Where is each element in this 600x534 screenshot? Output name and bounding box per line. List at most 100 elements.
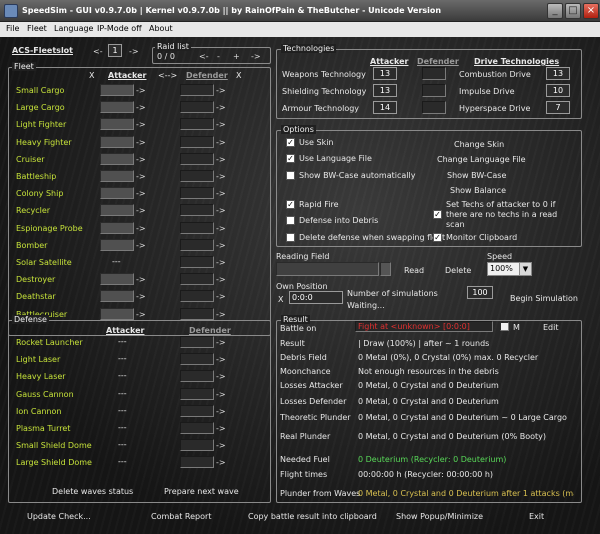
combustion-drive-field[interactable]: 13: [546, 67, 570, 80]
reading-field-input[interactable]: [276, 262, 379, 276]
defense-defender-arrow-large-shield-dome[interactable]: ->: [216, 458, 226, 467]
acs-next-button[interactable]: ->: [129, 47, 139, 56]
menu-ip-mode[interactable]: IP-Mode off: [97, 24, 142, 33]
change-skin-button[interactable]: Change Skin: [454, 140, 504, 149]
defense-defender-field-rocket-launcher[interactable]: [180, 336, 214, 348]
defense-defender-field-gauss-cannon[interactable]: [180, 387, 214, 400]
acs-prev-button[interactable]: <-: [93, 47, 103, 56]
ship-defender-arrow-recycler[interactable]: ->: [216, 206, 226, 215]
ship-defender-arrow-cruiser[interactable]: ->: [216, 155, 226, 164]
defense-defender-field-large-shield-dome[interactable]: [180, 456, 214, 469]
ship-copy-arrow-colony-ship[interactable]: ->: [136, 189, 146, 198]
ship-attacker-field-deathstar[interactable]: [100, 290, 134, 303]
ship-defender-arrow-espionage-probe[interactable]: ->: [216, 224, 226, 233]
defense-into-debris-checkbox[interactable]: [286, 216, 295, 225]
defense-defender-arrow-gauss-cannon[interactable]: ->: [216, 390, 226, 399]
raid-add-button[interactable]: +: [233, 52, 240, 61]
impulse-drive-field[interactable]: 10: [546, 84, 570, 97]
ship-defender-arrow-solar-satellite[interactable]: ->: [216, 258, 226, 267]
ship-attacker-field-espionage-probe[interactable]: [100, 221, 134, 234]
ship-defender-field-bomber[interactable]: [180, 238, 214, 251]
raid-next-button[interactable]: ->: [251, 52, 261, 61]
ship-attacker-field-battlecruiser[interactable]: [100, 307, 134, 320]
moon-checkbox[interactable]: [500, 322, 509, 331]
defense-defender-field-heavy-laser[interactable]: [180, 370, 214, 383]
reading-field-scroll[interactable]: [380, 262, 391, 276]
show-bw-case-button[interactable]: Show BW-Case: [447, 171, 506, 180]
ship-copy-arrow-deathstar[interactable]: ->: [136, 292, 146, 301]
acs-slot-field[interactable]: 1: [108, 44, 122, 57]
fleet-clear-attacker-button[interactable]: X: [89, 71, 94, 80]
menu-fleet[interactable]: Fleet: [27, 24, 47, 33]
ship-copy-arrow-battlecruiser[interactable]: ->: [136, 310, 146, 319]
ship-defender-field-recycler[interactable]: [180, 204, 214, 217]
minimize-button[interactable]: _: [547, 3, 563, 19]
defense-defender-arrow-rocket-launcher[interactable]: ->: [216, 338, 226, 347]
own-position-field[interactable]: 0:0:0: [289, 291, 343, 304]
defense-defender-arrow-small-shield-dome[interactable]: ->: [216, 441, 226, 450]
ship-defender-field-light-fighter[interactable]: [180, 118, 214, 131]
ship-attacker-field-heavy-fighter[interactable]: [100, 135, 134, 148]
ship-defender-field-colony-ship[interactable]: [180, 187, 214, 200]
ship-attacker-field-destroyer[interactable]: [100, 273, 134, 286]
menu-about[interactable]: About: [149, 24, 173, 33]
shielding-tech-defender-field[interactable]: [422, 84, 446, 97]
ship-copy-arrow-destroyer[interactable]: ->: [136, 275, 146, 284]
exit-button[interactable]: Exit: [529, 512, 544, 521]
set-techs-checkbox[interactable]: ✓: [433, 210, 442, 219]
ship-attacker-field-cruiser[interactable]: [100, 152, 134, 165]
ship-copy-arrow-bomber[interactable]: ->: [136, 241, 146, 250]
ship-defender-arrow-large-cargo[interactable]: ->: [216, 103, 226, 112]
ship-attacker-field-large-cargo[interactable]: [100, 101, 134, 114]
use-language-file-checkbox[interactable]: ✓: [286, 154, 295, 163]
ship-defender-field-solar-satellite[interactable]: [180, 256, 214, 268]
ship-copy-arrow-small-cargo[interactable]: ->: [136, 86, 146, 95]
ship-attacker-field-battleship[interactable]: [100, 170, 134, 182]
ship-attacker-field-bomber[interactable]: [100, 238, 134, 251]
defense-defender-header[interactable]: Defender: [189, 326, 231, 335]
defense-defender-arrow-ion-cannon[interactable]: ->: [216, 407, 226, 416]
defense-defender-arrow-heavy-laser[interactable]: ->: [216, 372, 226, 381]
hyperspace-drive-field[interactable]: 7: [546, 101, 570, 114]
copy-result-button[interactable]: Copy battle result into clipboard: [248, 512, 377, 521]
update-check-button[interactable]: Update Check...: [27, 512, 91, 521]
menu-language[interactable]: Language: [54, 24, 93, 33]
armour-tech-attacker-field[interactable]: 14: [373, 101, 397, 114]
delete-waves-button[interactable]: Delete waves status: [52, 487, 133, 496]
monitor-clipboard-checkbox[interactable]: ✓: [433, 233, 442, 242]
combat-report-button[interactable]: Combat Report: [151, 512, 211, 521]
prepare-next-wave-button[interactable]: Prepare next wave: [164, 487, 239, 496]
ship-copy-arrow-recycler[interactable]: ->: [136, 206, 146, 215]
ship-defender-arrow-battlecruiser[interactable]: ->: [216, 310, 226, 319]
ship-defender-field-cruiser[interactable]: [180, 152, 214, 165]
ship-defender-arrow-battleship[interactable]: ->: [216, 172, 226, 181]
ship-defender-arrow-light-fighter[interactable]: ->: [216, 120, 226, 129]
show-balance-button[interactable]: Show Balance: [450, 186, 506, 195]
ship-attacker-field-colony-ship[interactable]: [100, 187, 134, 200]
use-skin-checkbox[interactable]: ✓: [286, 138, 295, 147]
ship-defender-field-small-cargo[interactable]: [180, 84, 214, 96]
ship-copy-arrow-light-fighter[interactable]: ->: [136, 120, 146, 129]
fleet-defender-header[interactable]: Defender: [186, 71, 228, 80]
show-popup-button[interactable]: Show Popup/Minimize: [396, 512, 483, 521]
ship-defender-field-destroyer[interactable]: [180, 273, 214, 286]
defense-defender-field-ion-cannon[interactable]: [180, 404, 214, 417]
maximize-button[interactable]: □: [565, 3, 581, 19]
fleet-attacker-header[interactable]: Attacker: [108, 71, 146, 80]
ship-defender-arrow-heavy-fighter[interactable]: ->: [216, 138, 226, 147]
fleet-clear-defender-button[interactable]: X: [236, 71, 241, 80]
edit-button[interactable]: Edit: [543, 323, 559, 332]
ship-copy-arrow-large-cargo[interactable]: ->: [136, 103, 146, 112]
delete-defense-swap-checkbox[interactable]: [286, 233, 295, 242]
read-button[interactable]: Read: [404, 266, 424, 275]
own-position-clear-button[interactable]: X: [278, 295, 283, 304]
ship-defender-field-battlecruiser[interactable]: [180, 307, 214, 320]
ship-defender-field-espionage-probe[interactable]: [180, 221, 214, 234]
ship-defender-arrow-bomber[interactable]: ->: [216, 241, 226, 250]
fleet-swap-button[interactable]: <-->: [158, 71, 177, 80]
shielding-tech-attacker-field[interactable]: 13: [373, 84, 397, 97]
raid-remove-button[interactable]: -: [217, 52, 220, 61]
ship-defender-arrow-small-cargo[interactable]: ->: [216, 86, 226, 95]
ship-attacker-field-light-fighter[interactable]: [100, 118, 134, 131]
defense-attacker-header[interactable]: Attacker: [106, 326, 144, 335]
